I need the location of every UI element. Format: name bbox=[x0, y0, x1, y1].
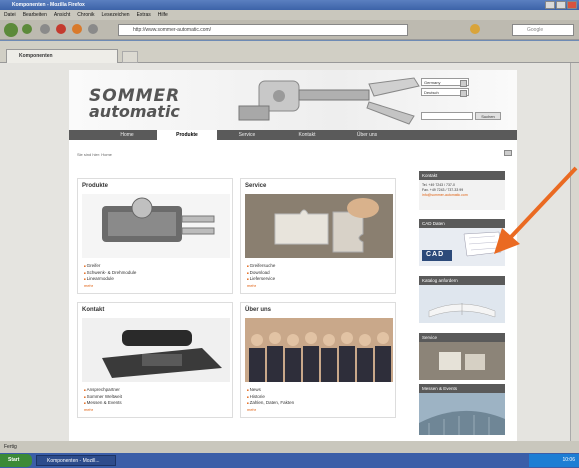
list-item[interactable]: Greifersuche bbox=[247, 263, 276, 270]
sidebar-service[interactable]: Service bbox=[419, 333, 505, 380]
header-banner: SOMMER automatic Germany Deutsch Suchen bbox=[69, 70, 517, 130]
annotation-arrow bbox=[494, 166, 578, 254]
box-ueber-uns: Über uns News Historie Zahlen, Daten, Fa… bbox=[240, 302, 396, 418]
box-kontakt: Kontakt Ansprechpartner Sommer Weltweit … bbox=[77, 302, 233, 418]
nav-service[interactable]: Service bbox=[217, 130, 277, 140]
link-list: Ansprechpartner Sommer Weltweit Messen &… bbox=[84, 387, 122, 407]
box-produkte: Produkte Greifer Schwenk- & Drehmodule L… bbox=[77, 178, 233, 294]
stop-button[interactable] bbox=[56, 24, 66, 34]
webpage: SOMMER automatic Germany Deutsch Suchen … bbox=[69, 70, 517, 441]
sidebar-title: Katalog anfordern bbox=[419, 276, 505, 285]
menu-item-ansicht[interactable]: Ansicht bbox=[54, 10, 70, 20]
home-button[interactable] bbox=[72, 24, 82, 34]
link-list: News Historie Zahlen, Daten, Fakten bbox=[247, 387, 295, 407]
site-search-button[interactable]: Suchen bbox=[475, 112, 501, 120]
trade-fair-building-image bbox=[419, 393, 505, 435]
tab-komponenten[interactable]: Komponenten bbox=[6, 49, 118, 63]
language-select[interactable]: Deutsch bbox=[421, 88, 469, 97]
reload-button[interactable] bbox=[40, 24, 50, 34]
menu-item-hilfe[interactable]: Hilfe bbox=[158, 10, 168, 20]
nav-produkte[interactable]: Produkte bbox=[157, 130, 217, 140]
box-title: Produkte bbox=[82, 183, 109, 189]
tab-bar: Komponenten bbox=[0, 41, 579, 63]
taskbar: Start Komponenten - Mozill... 10:06 bbox=[0, 453, 579, 468]
more-link[interactable]: mehr bbox=[84, 283, 93, 288]
link-list: Greifersuche Download Lieferservice bbox=[247, 263, 276, 283]
maximize-button[interactable] bbox=[556, 1, 566, 9]
list-item[interactable]: Ansprechpartner bbox=[84, 387, 122, 394]
sidebar-title: Service bbox=[419, 333, 505, 342]
nav-kontakt[interactable]: Kontakt bbox=[277, 130, 337, 140]
sidebar-title: Messen & Events bbox=[419, 384, 505, 393]
window-title: Komponenten - Mozilla Firefox bbox=[12, 2, 85, 8]
puzzle-image bbox=[245, 194, 393, 258]
robot-gripper-image bbox=[238, 77, 420, 125]
country-select[interactable]: Germany bbox=[421, 78, 469, 87]
list-item[interactable]: Zahlen, Daten, Fakten bbox=[247, 400, 295, 407]
bookmark-button[interactable] bbox=[88, 24, 98, 34]
url-bar[interactable]: http://www.sommer-automatic.com/ bbox=[118, 24, 408, 36]
list-item[interactable]: Messen & Events bbox=[84, 400, 122, 407]
menu-item-datei[interactable]: Datei bbox=[4, 10, 16, 20]
site-search-input[interactable] bbox=[421, 112, 473, 120]
service-puzzle-image bbox=[419, 342, 505, 380]
box-title: Über uns bbox=[245, 307, 272, 313]
more-link[interactable]: mehr bbox=[84, 407, 93, 412]
main-navigation: Home Produkte Service Kontakt Über uns bbox=[69, 130, 517, 140]
search-input[interactable]: Google bbox=[512, 24, 574, 36]
telephone-image bbox=[82, 318, 230, 382]
site-logo[interactable]: SOMMER automatic bbox=[89, 88, 189, 120]
sidebar-katalog[interactable]: Katalog anfordern bbox=[419, 276, 505, 323]
start-button[interactable]: Start bbox=[0, 454, 32, 467]
list-item[interactable]: Linearmodule bbox=[84, 276, 136, 283]
nav-ueber-uns[interactable]: Über uns bbox=[337, 130, 397, 140]
close-button[interactable] bbox=[567, 1, 577, 9]
navigation-toolbar: http://www.sommer-automatic.com/ Google bbox=[0, 20, 579, 40]
forward-button[interactable] bbox=[22, 24, 32, 34]
window-titlebar: Komponenten - Mozilla Firefox bbox=[0, 0, 579, 10]
menu-item-chronik[interactable]: Chronik bbox=[77, 10, 94, 20]
menu-item-lesezeichen[interactable]: Lesezeichen bbox=[102, 10, 130, 20]
menu-item-bearbeiten[interactable]: Bearbeiten bbox=[23, 10, 47, 20]
cad-label: CAD bbox=[426, 251, 445, 258]
gripper-product-image bbox=[82, 194, 230, 258]
link-list: Greifer Schwenk- & Drehmodule Linearmodu… bbox=[84, 263, 137, 283]
sidebar-messen[interactable]: Messen & Events bbox=[419, 384, 505, 435]
new-tab-button[interactable] bbox=[122, 51, 138, 63]
minimize-button[interactable] bbox=[545, 1, 555, 9]
breadcrumb: Sie sind hier: Home bbox=[77, 152, 112, 157]
box-title: Kontakt bbox=[82, 307, 105, 313]
system-tray-clock: 10:06 bbox=[529, 454, 579, 467]
catalog-book-image bbox=[419, 285, 505, 323]
nav-home[interactable]: Home bbox=[97, 130, 157, 140]
box-service: Service Greifersuche Download Lieferserv… bbox=[240, 178, 396, 294]
box-title: Service bbox=[245, 183, 267, 189]
more-link[interactable]: mehr bbox=[247, 407, 256, 412]
menu-item-extras[interactable]: Extras bbox=[137, 10, 151, 20]
taskbar-firefox-item[interactable]: Komponenten - Mozill... bbox=[36, 455, 116, 466]
rss-icon[interactable] bbox=[470, 24, 480, 34]
list-item[interactable]: Lieferservice bbox=[247, 276, 276, 283]
menu-bar: Datei Bearbeiten Ansicht Chronik Lesezei… bbox=[0, 10, 579, 20]
team-photo-image bbox=[245, 318, 393, 382]
back-button[interactable] bbox=[4, 23, 18, 37]
status-bar: Fertig bbox=[0, 441, 579, 453]
more-link[interactable]: mehr bbox=[247, 283, 256, 288]
